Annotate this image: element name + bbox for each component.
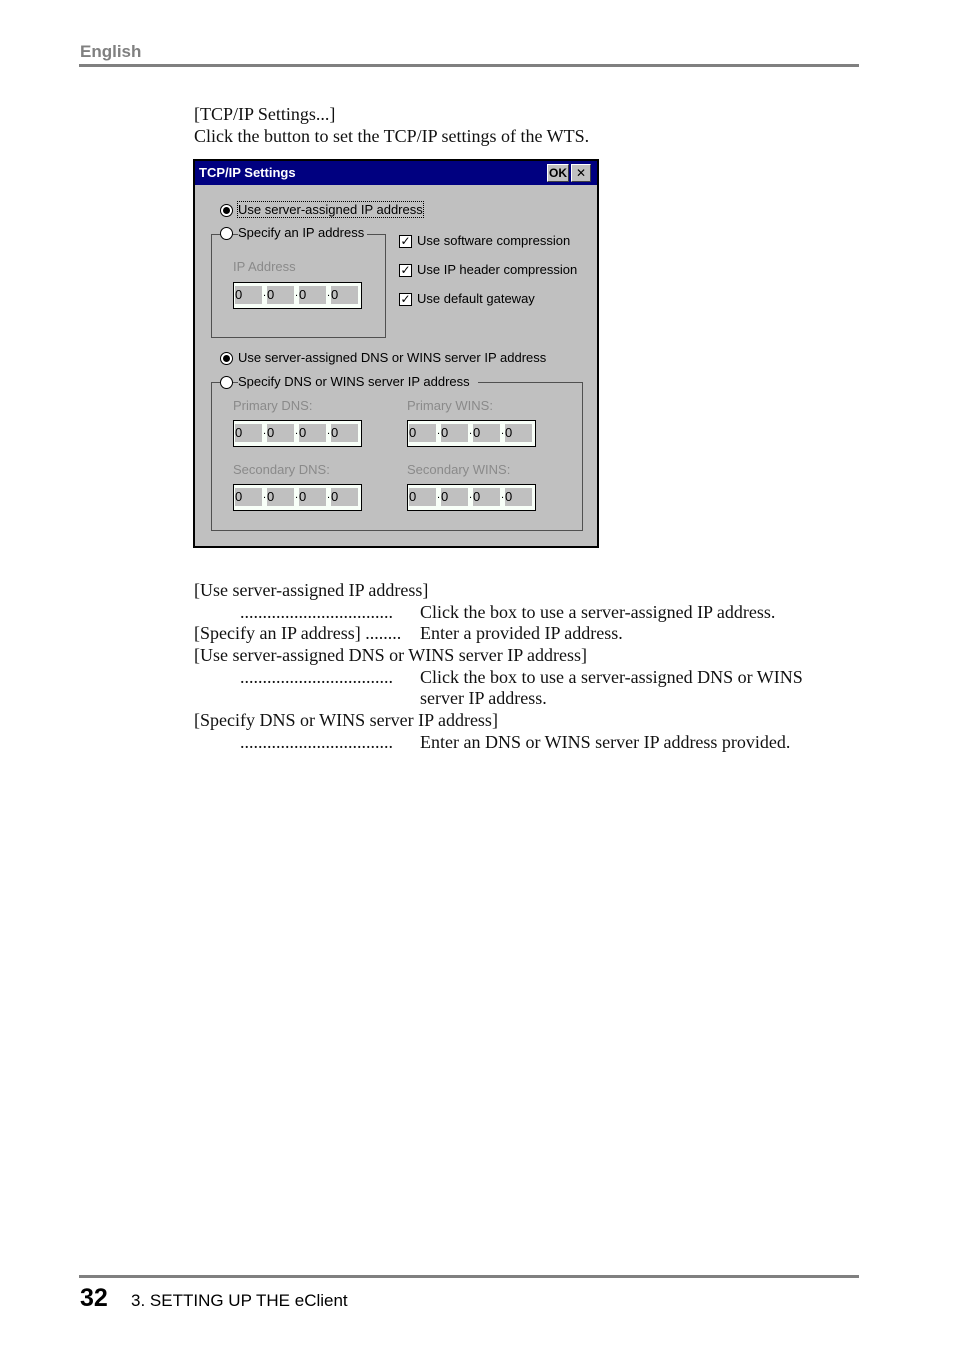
desc-text-use-server-ip: Click the box to use a server-assigned I…: [420, 602, 776, 622]
desc-term-specify-dns: [Specify DNS or WINS server IP address]: [194, 710, 498, 730]
ip-octet-1[interactable]: 0: [409, 488, 436, 506]
label-primary-dns: Primary DNS:: [233, 398, 313, 413]
header-divider: [79, 64, 859, 67]
ip-octet-2[interactable]: 0: [441, 424, 468, 442]
octet-separator: .: [469, 425, 473, 437]
octet-separator: .: [327, 287, 331, 299]
label-specify-dns[interactable]: Specify DNS or WINS server IP address: [238, 374, 478, 389]
ip-octet-4[interactable]: 0: [505, 488, 532, 506]
ip-octet-3[interactable]: 0: [299, 286, 326, 304]
ip-octet-2[interactable]: 0: [267, 488, 294, 506]
octet-separator: .: [263, 287, 267, 299]
intro-button-reference: [TCP/IP Settings...]: [194, 104, 336, 124]
octet-separator: .: [437, 489, 441, 501]
header-language: English: [80, 42, 142, 61]
radio-specify-dns[interactable]: [220, 376, 233, 389]
footer-divider: [79, 1275, 859, 1278]
desc-term-use-server-dns: [Use server-assigned DNS or WINS server …: [194, 645, 588, 665]
dialog-titlebar: TCP/IP Settings OK ✕: [195, 161, 597, 185]
ip-address-input[interactable]: 0 . 0 . 0 . 0: [233, 282, 362, 309]
ip-octet-1[interactable]: 0: [235, 424, 262, 442]
ip-octet-1[interactable]: 0: [235, 488, 262, 506]
desc-term-specify-ip: [Specify an IP address] ........: [194, 623, 402, 643]
ip-octet-2[interactable]: 0: [441, 488, 468, 506]
ip-octet-2[interactable]: 0: [267, 424, 294, 442]
label-secondary-wins: Secondary WINS:: [407, 462, 511, 477]
ip-octet-4[interactable]: 0: [505, 424, 532, 442]
label-specify-ip[interactable]: Specify an IP address: [238, 225, 368, 240]
label-ip-header-compression: Use IP header compression: [417, 262, 578, 277]
ip-octet-4[interactable]: 0: [331, 488, 358, 506]
primary-dns-input[interactable]: 0 . 0 . 0 . 0: [233, 420, 362, 447]
desc-text-use-server-dns: Click the box to use a server-assigned D…: [420, 667, 803, 687]
ip-octet-4[interactable]: 0: [331, 424, 358, 442]
octet-separator: .: [263, 489, 267, 501]
label-primary-wins: Primary WINS:: [407, 398, 493, 413]
label-software-compression: Use software compression: [417, 233, 571, 248]
radio-use-server-dns[interactable]: [220, 352, 233, 365]
label-use-server-ip[interactable]: Use server-assigned IP address: [237, 201, 424, 218]
octet-separator: .: [263, 425, 267, 437]
desc-text-specify-dns: Enter an DNS or WINS server IP address p…: [420, 732, 791, 752]
octet-separator: .: [295, 287, 299, 299]
desc-text-use-server-dns-cont: server IP address.: [420, 688, 547, 708]
octet-separator: .: [501, 489, 505, 501]
label-default-gateway: Use default gateway: [417, 291, 535, 306]
ip-octet-1[interactable]: 0: [409, 424, 436, 442]
desc-leader: ..................................: [240, 602, 393, 622]
octet-separator: .: [295, 489, 299, 501]
desc-term-use-server-ip: [Use server-assigned IP address]: [194, 580, 429, 600]
checkbox-ip-header-compression[interactable]: ✓: [399, 264, 412, 277]
secondary-wins-input[interactable]: 0 . 0 . 0 . 0: [407, 484, 536, 511]
dialog-title: TCP/IP Settings: [199, 165, 296, 180]
octet-separator: .: [295, 425, 299, 437]
ip-octet-3[interactable]: 0: [473, 424, 500, 442]
intro-description: Click the button to set the TCP/IP setti…: [194, 126, 590, 146]
octet-separator: .: [469, 489, 473, 501]
label-secondary-dns: Secondary DNS:: [233, 462, 330, 477]
tcpip-settings-dialog: TCP/IP Settings OK ✕ Use server-assigned…: [193, 159, 599, 548]
chapter-title: 3. SETTING UP THE eClient: [131, 1291, 348, 1310]
label-ip-address: IP Address: [233, 259, 296, 274]
label-use-server-dns[interactable]: Use server-assigned DNS or WINS server I…: [238, 350, 546, 365]
page-number: 32: [80, 1284, 108, 1312]
primary-wins-input[interactable]: 0 . 0 . 0 . 0: [407, 420, 536, 447]
ok-button[interactable]: OK: [547, 164, 569, 182]
checkbox-default-gateway[interactable]: ✓: [399, 293, 412, 306]
octet-separator: .: [327, 425, 331, 437]
desc-leader: ..................................: [240, 667, 393, 687]
octet-separator: .: [437, 425, 441, 437]
ip-octet-3[interactable]: 0: [473, 488, 500, 506]
checkbox-software-compression[interactable]: ✓: [399, 235, 412, 248]
radio-specify-ip[interactable]: [220, 227, 233, 240]
close-icon[interactable]: ✕: [571, 164, 591, 182]
octet-separator: .: [501, 425, 505, 437]
desc-leader: ..................................: [240, 732, 393, 752]
ip-octet-3[interactable]: 0: [299, 488, 326, 506]
ip-octet-4[interactable]: 0: [331, 286, 358, 304]
radio-use-server-ip[interactable]: [220, 204, 233, 217]
ip-octet-1[interactable]: 0: [235, 286, 262, 304]
secondary-dns-input[interactable]: 0 . 0 . 0 . 0: [233, 484, 362, 511]
ip-octet-3[interactable]: 0: [299, 424, 326, 442]
desc-text-specify-ip: Enter a provided IP address.: [420, 623, 623, 643]
octet-separator: .: [327, 489, 331, 501]
ip-octet-2[interactable]: 0: [267, 286, 294, 304]
